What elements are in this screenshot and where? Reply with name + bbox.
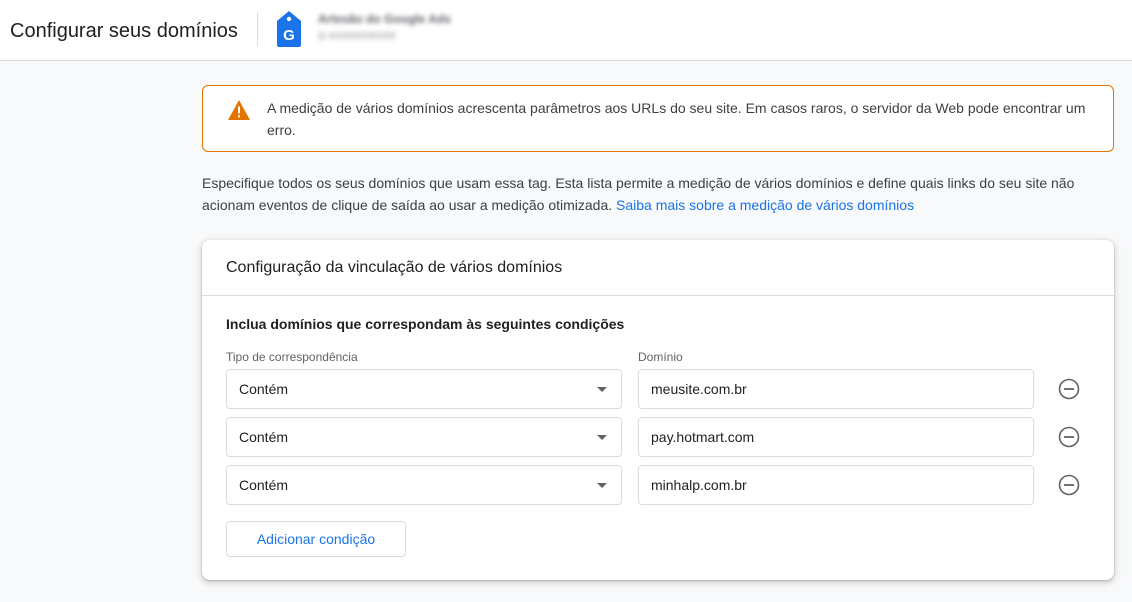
domain-input[interactable] bbox=[638, 417, 1034, 457]
account-name: Artesão do Google Ads bbox=[318, 12, 451, 26]
dropdown-arrow-icon bbox=[597, 483, 607, 488]
match-type-label: Tipo de correspondência bbox=[226, 350, 358, 364]
header-divider bbox=[257, 12, 258, 46]
add-condition-button[interactable]: Adicionar condição bbox=[226, 521, 406, 557]
match-type-select[interactable]: Contém bbox=[226, 465, 622, 505]
card-divider bbox=[202, 295, 1114, 296]
cross-domain-config-card: Configuração da vinculação de vários dom… bbox=[202, 240, 1114, 580]
match-type-value: Contém bbox=[239, 381, 289, 397]
remove-condition-icon[interactable] bbox=[1058, 378, 1080, 400]
dropdown-arrow-icon bbox=[597, 387, 607, 392]
dropdown-arrow-icon bbox=[597, 435, 607, 440]
card-title: Configuração da vinculação de vários dom… bbox=[226, 259, 563, 276]
remove-condition-icon[interactable] bbox=[1058, 474, 1080, 496]
page-title: Configurar seus domínios bbox=[10, 20, 238, 42]
conditions-heading: Inclua domínios que correspondam às segu… bbox=[226, 316, 625, 332]
learn-more-link[interactable]: Saiba mais sobre a medição de vários dom… bbox=[616, 197, 914, 213]
domain-label: Domínio bbox=[638, 350, 683, 364]
top-header: Configurar seus domínios G Artesão do Go… bbox=[0, 0, 1132, 61]
match-type-value: Contém bbox=[239, 429, 289, 445]
warning-icon bbox=[228, 100, 250, 120]
remove-condition-icon[interactable] bbox=[1058, 426, 1080, 448]
match-type-select[interactable]: Contém bbox=[226, 369, 622, 409]
match-type-value: Contém bbox=[239, 477, 289, 493]
google-tag-icon: G bbox=[277, 11, 301, 47]
account-id: G-XXXXXXXXXX bbox=[318, 31, 396, 42]
domain-input[interactable] bbox=[638, 465, 1034, 505]
match-type-select[interactable]: Contém bbox=[226, 417, 622, 457]
domain-input[interactable] bbox=[638, 369, 1034, 409]
warning-text: A medição de vários domínios acrescenta … bbox=[267, 100, 1086, 138]
description: Especifique todos os seus domínios que u… bbox=[202, 172, 1114, 216]
svg-text:G: G bbox=[283, 27, 295, 44]
warning-banner: A medição de vários domínios acrescenta … bbox=[202, 85, 1114, 152]
